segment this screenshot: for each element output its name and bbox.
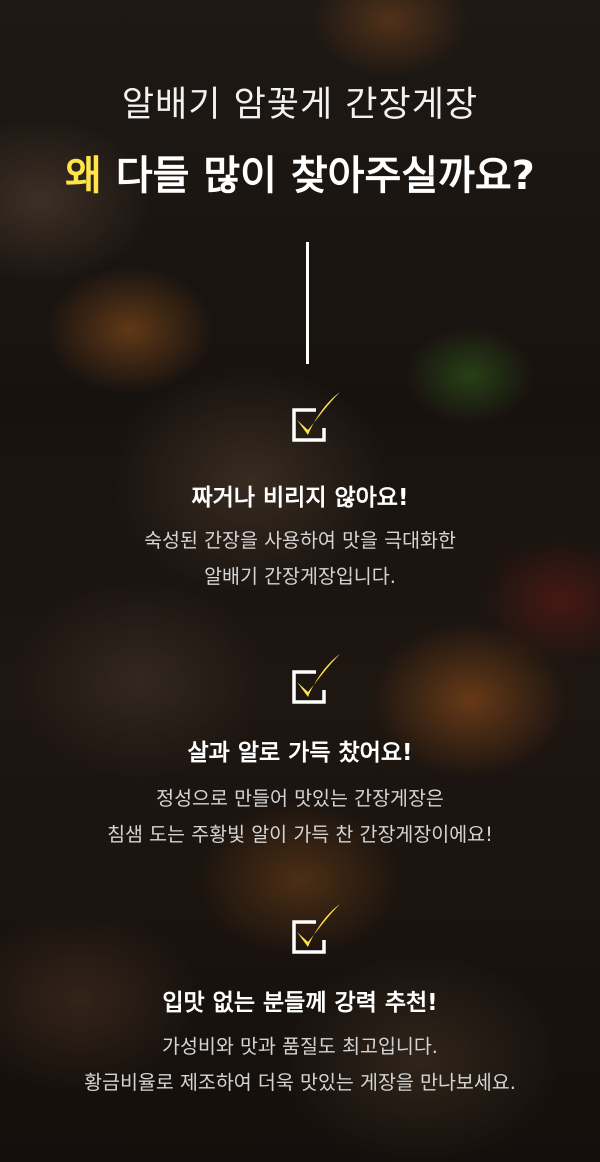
title-rest: 다들 많이 찾아주실까요?: [101, 153, 535, 199]
feature-line: 침샘 도는 주황빛 알이 가득 찬 간장게장이에요!: [107, 823, 493, 846]
feature-description-3: 가성비와 맛과 품질도 최고입니다. 황금비율로 제조하여 더욱 맛있는 게장을…: [0, 1029, 600, 1101]
check-box-icon: [292, 392, 340, 442]
feature-description-1: 숙성된 간장을 사용하여 맛을 극대화한 알배기 간장게장입니다.: [0, 523, 600, 595]
feature-heading-3: 입맛 없는 분들께 강력 추천!: [162, 990, 438, 1016]
promo-page: 알배기 암꽃게 간장게장 왜 다들 많이 찾아주실까요? 짜거나 비리지 않아요…: [0, 0, 600, 1162]
page-title: 왜 다들 많이 찾아주실까요?: [0, 143, 600, 201]
title-highlight: 왜: [65, 153, 102, 199]
promo-content: 알배기 암꽃게 간장게장 왜 다들 많이 찾아주실까요? 짜거나 비리지 않아요…: [0, 0, 600, 1162]
feature-heading-2: 살과 알로 가득 찼어요!: [187, 740, 413, 766]
feature-line: 황금비율로 제조하여 더욱 맛있는 게장을 만나보세요.: [84, 1071, 516, 1094]
feature-description-2: 정성으로 만들어 맛있는 간장게장은 침샘 도는 주황빛 알이 가득 찬 간장게…: [0, 781, 600, 853]
feature-line: 숙성된 간장을 사용하여 맛을 극대화한: [144, 529, 456, 552]
feature-line: 가성비와 맛과 품질도 최고입니다.: [162, 1035, 438, 1058]
feature-heading-1: 짜거나 비리지 않아요!: [191, 485, 409, 511]
feature-line: 정성으로 만들어 맛있는 간장게장은: [156, 787, 444, 810]
vertical-divider: [306, 242, 309, 364]
feature-line: 알배기 간장게장입니다.: [204, 565, 396, 588]
check-box-icon: [292, 904, 340, 954]
check-box-icon: [292, 654, 340, 704]
page-subtitle: 알배기 암꽃게 간장게장: [121, 85, 479, 125]
